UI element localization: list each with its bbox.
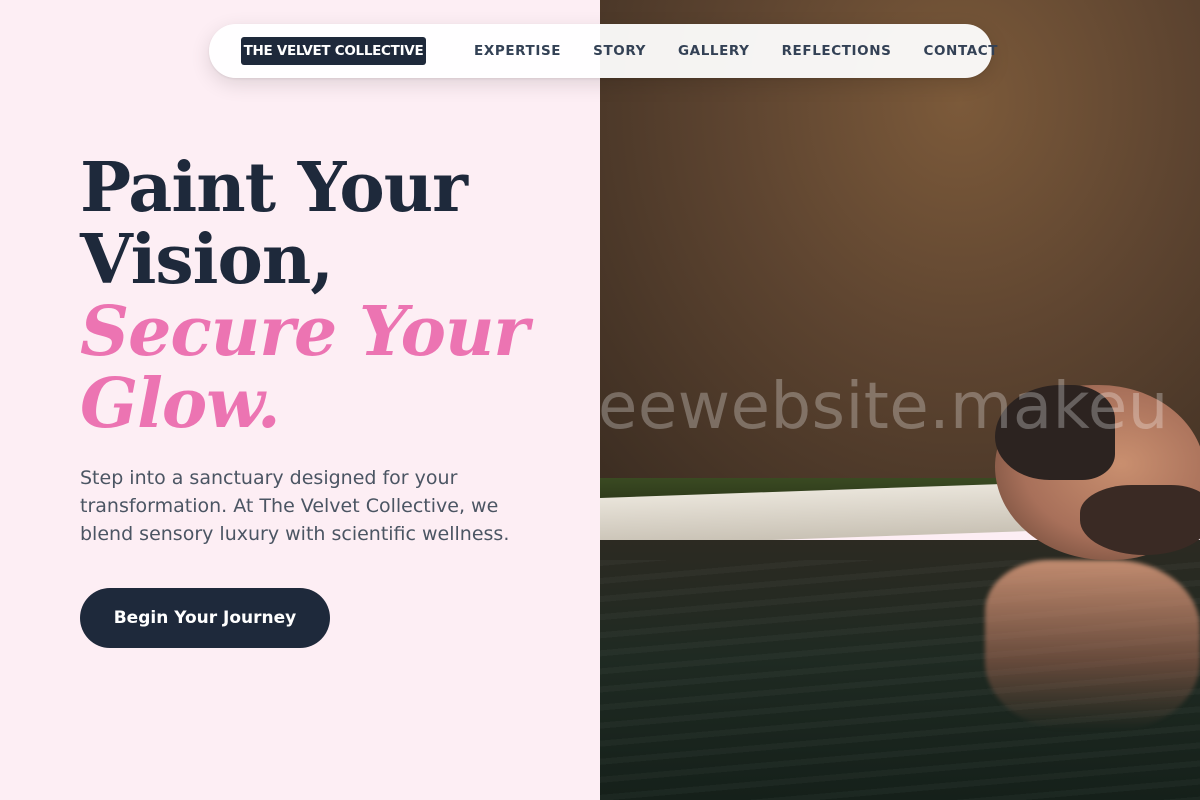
photo-reflection <box>985 560 1200 730</box>
begin-journey-button[interactable]: Begin Your Journey <box>80 588 330 648</box>
hero-lead-text: Step into a sanctuary designed for your … <box>80 467 510 545</box>
hero-text-panel: Paint Your Vision, Secure Your Glow. Ste… <box>0 0 600 800</box>
nav-link-expertise[interactable]: EXPERTISE <box>474 43 561 59</box>
nav-link-contact[interactable]: CONTACT <box>923 43 998 59</box>
headline-line: Vision, <box>80 220 334 300</box>
nav-link-gallery[interactable]: GALLERY <box>678 43 750 59</box>
hero-photo: eewebsite.makeu <box>600 0 1200 800</box>
photo-beard <box>1080 485 1200 555</box>
main-navigation: THE VELVET COLLECTIVE EXPERTISE STORY GA… <box>209 24 997 78</box>
headline-accent-line: Secure Your <box>80 292 529 372</box>
photo-watermark: eewebsite.makeu <box>600 370 1169 444</box>
nav-link-reflections[interactable]: REFLECTIONS <box>782 43 892 59</box>
hero-headline: Paint Your Vision, Secure Your Glow. <box>80 152 580 440</box>
landing-page: Paint Your Vision, Secure Your Glow. Ste… <box>0 0 1200 800</box>
nav-link-story[interactable]: STORY <box>593 43 646 59</box>
headline-accent-line: Glow. <box>80 364 281 444</box>
brand-logo[interactable]: THE VELVET COLLECTIVE <box>241 37 426 65</box>
headline-line: Paint Your <box>80 148 468 228</box>
nav-links: EXPERTISE STORY GALLERY REFLECTIONS CONT… <box>474 24 998 78</box>
